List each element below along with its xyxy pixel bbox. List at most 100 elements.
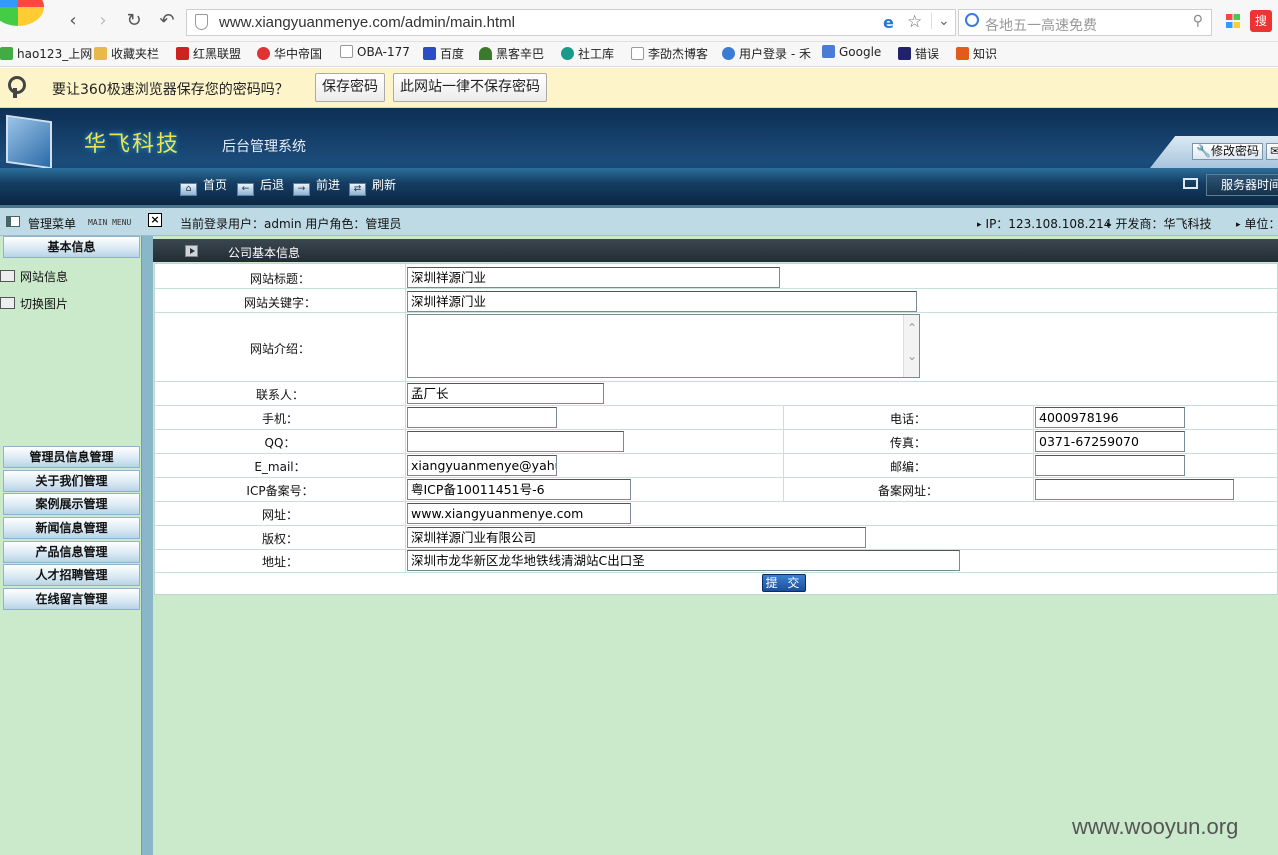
bookmark-item[interactable]: 用户登录 - 禾 (722, 45, 811, 62)
left-arrow-icon: ← (237, 183, 254, 196)
current-user: 当前登录用户：admin 用户角色：管理员 (180, 217, 402, 231)
mobile-field[interactable] (407, 407, 557, 428)
system-subtitle: 后台管理系统 (222, 139, 306, 155)
mobile-label: 手机： (261, 412, 298, 426)
site-icon (257, 47, 270, 60)
bookmark-item[interactable]: Google (822, 45, 881, 59)
never-save-button[interactable]: 此网站一律不保存密码 (393, 73, 547, 102)
bookmark-item[interactable]: 李劭杰博客 (631, 45, 708, 62)
keywords-field[interactable]: 深圳祥源门业 (407, 291, 917, 312)
sidebar: 基本信息 网站信息 切换图片 管理员信息管理 关于我们管理 案例展示管理 新闻信… (0, 236, 141, 855)
bookmark-item[interactable]: 错误 (898, 45, 939, 62)
folder-icon (94, 47, 107, 60)
sidebar-section-jobs[interactable]: 人才招聘管理 (3, 564, 140, 586)
back-arrow-icon[interactable]: ‹ (62, 10, 84, 32)
save-password-message: 要让360极速浏览器保存您的密码吗？ (52, 82, 289, 98)
bookmark-item[interactable]: OBA-177 (340, 45, 410, 59)
website-label: 网址： (261, 508, 298, 522)
sidebar-section-news[interactable]: 新闻信息管理 (3, 517, 140, 539)
star-icon[interactable]: ☆ (907, 12, 922, 32)
submit-button[interactable]: 提 交 (762, 574, 806, 592)
server-time-button[interactable]: 服务器时间 (1206, 174, 1278, 196)
menu-subtitle: MAIN MENU (88, 218, 132, 227)
grid-line (155, 312, 1278, 313)
shield-icon (561, 47, 574, 60)
save-password-button[interactable]: 保存密码 (315, 73, 385, 102)
sidebar-head-basic[interactable]: 基本信息 (3, 236, 140, 258)
search-engine-icon (965, 13, 979, 27)
icp-url-field[interactable] (1035, 479, 1234, 500)
fax-field[interactable]: 0371-67259070 (1035, 431, 1185, 452)
apps-icon[interactable] (1226, 14, 1240, 28)
right-arrow-icon: → (293, 183, 310, 196)
ie-mode-icon[interactable]: e (883, 13, 894, 32)
grid-line (155, 288, 1278, 289)
sidebar-item-site-info[interactable]: 网站信息 (0, 268, 68, 285)
save-password-bar: 要让360极速浏览器保存您的密码吗？ 保存密码 此网站一律不保存密码 (0, 68, 1278, 108)
postcode-field[interactable] (1035, 455, 1185, 476)
play-icon (185, 245, 198, 257)
developer: 开发商：华飞科技 (1107, 215, 1212, 232)
site-title-field[interactable]: 深圳祥源门业 (407, 267, 780, 288)
phone-field[interactable]: 4000978196 (1035, 407, 1185, 428)
intro-label: 网站介绍： (249, 342, 310, 356)
browser-logo-icon[interactable] (0, 0, 44, 26)
menu-title: 管理菜单 (28, 217, 77, 231)
sidebar-section-products[interactable]: 产品信息管理 (3, 541, 140, 563)
reload-icon[interactable]: ↻ (123, 10, 145, 32)
intro-textarea[interactable] (407, 314, 920, 378)
browser-toolbar: ‹ › ↻ ↶ www.xiangyuanmenye.com/admin/mai… (0, 0, 1278, 42)
shield-icon (195, 14, 208, 30)
forward-arrow-icon[interactable]: › (92, 10, 114, 32)
search-input[interactable]: 各地五一高速免费 ⚲ (958, 9, 1212, 36)
grid-line (155, 453, 1278, 454)
sogou-icon[interactable]: 搜 (1250, 10, 1272, 32)
website-field[interactable]: www.xiangyuanmenye.com (407, 503, 631, 524)
contact-label: 联系人： (255, 388, 304, 402)
bookmark-item[interactable]: 百度 (423, 45, 464, 62)
site-title-label: 网站标题： (249, 272, 310, 286)
nav-forward[interactable]: → 前进 (293, 176, 340, 196)
close-icon[interactable]: × (148, 213, 162, 227)
postcode-label: 邮编： (889, 460, 926, 474)
google-icon (822, 45, 835, 58)
chevron-down-icon[interactable]: ⌄ (931, 13, 950, 29)
url-text[interactable]: www.xiangyuanmenye.com/admin/main.html (219, 14, 515, 31)
mail-icon[interactable]: ✉ (1266, 143, 1278, 160)
sidebar-splitter[interactable] (141, 236, 153, 855)
admin-header: 华飞科技 后台管理系统 🔧修改密码 ✉ ⌂ 首页 ← 后退 → 前进 ⇄ 刷新 服务器时… (0, 108, 1278, 205)
copyright-field[interactable]: 深圳祥源门业有限公司 (407, 527, 866, 548)
bookmark-item[interactable]: 收藏夹栏 (94, 45, 159, 62)
bookmark-item[interactable]: 黑客辛巴 (479, 45, 544, 62)
grid-line (155, 429, 1278, 430)
sidebar-section-messages[interactable]: 在线留言管理 (3, 588, 140, 610)
url-field[interactable]: www.xiangyuanmenye.com/admin/main.html e… (186, 9, 956, 36)
bookmark-item[interactable]: 社工库 (561, 45, 614, 62)
sidebar-section-admin[interactable]: 管理员信息管理 (3, 446, 140, 468)
tree-icon (479, 47, 492, 60)
nav-refresh[interactable]: ⇄ 刷新 (349, 176, 396, 196)
qq-field[interactable] (407, 431, 624, 452)
textarea-scrollbar[interactable] (903, 315, 919, 377)
bookmark-item[interactable]: hao123_上网 (0, 45, 92, 62)
contact-field[interactable]: 孟厂长 (407, 383, 604, 404)
sidebar-section-cases[interactable]: 案例展示管理 (3, 493, 140, 515)
nav-home[interactable]: ⌂ 首页 (180, 176, 227, 196)
watermark: www.wooyun.org (1072, 814, 1239, 839)
bookmark-item[interactable]: 华中帝国 (257, 45, 322, 62)
grid-line (1033, 406, 1034, 502)
icp-field[interactable]: 粤ICP备10011451号-6 (407, 479, 631, 500)
undo-icon[interactable]: ↶ (156, 10, 178, 32)
email-field[interactable]: xiangyuanmenye@yahu.c (407, 455, 557, 476)
change-password-button[interactable]: 🔧修改密码 (1192, 143, 1263, 160)
refresh-icon: ⇄ (349, 183, 366, 196)
bookmark-item[interactable]: 知识 (956, 45, 997, 62)
nav-back[interactable]: ← 后退 (237, 176, 284, 196)
sidebar-item-switch-image[interactable]: 切换图片 (0, 295, 68, 312)
address-field[interactable]: 深圳市龙华新区龙华地铁线清湖站C出口圣 (407, 550, 960, 571)
page-icon (340, 45, 353, 58)
keywords-label: 网站关键字： (243, 296, 316, 310)
search-icon[interactable]: ⚲ (1193, 13, 1203, 29)
bookmark-item[interactable]: 红黑联盟 (176, 45, 241, 62)
sidebar-section-about[interactable]: 关于我们管理 (3, 470, 140, 492)
